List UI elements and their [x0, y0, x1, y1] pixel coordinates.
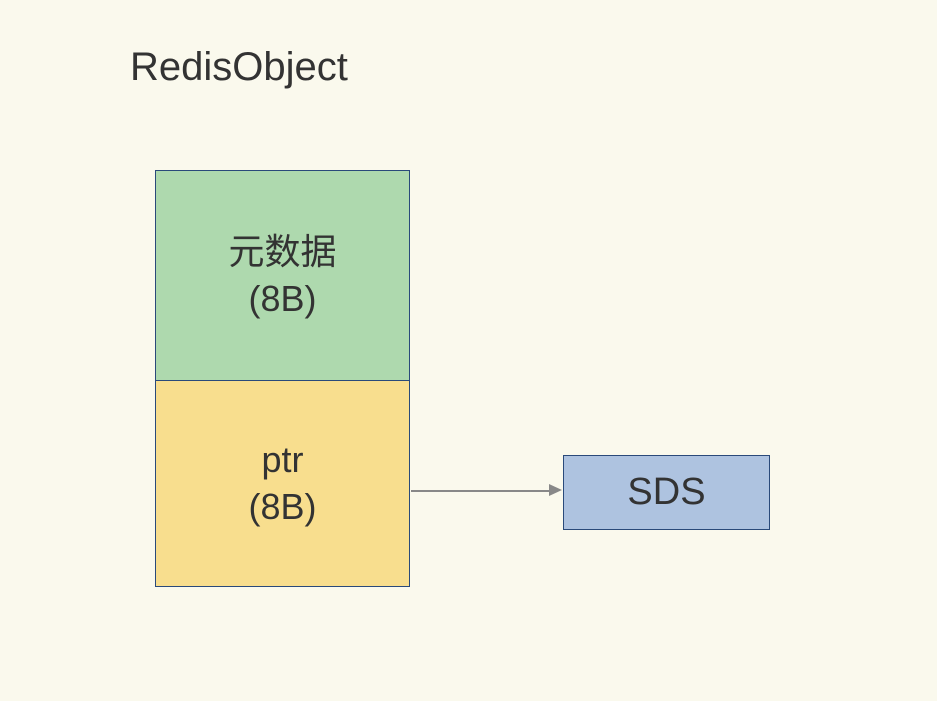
ptr-label-line2: (8B) [248, 484, 316, 531]
arrow-head-icon [549, 484, 562, 496]
pointer-arrow [411, 490, 562, 492]
metadata-box: 元数据 (8B) [156, 171, 409, 381]
sds-label: SDS [627, 471, 705, 514]
ptr-box: ptr (8B) [156, 381, 409, 586]
arrow-line [411, 490, 551, 492]
diagram-title: RedisObject [130, 45, 348, 90]
metadata-label-line1: 元数据 [228, 229, 336, 276]
sds-box: SDS [563, 455, 770, 530]
metadata-label-line2: (8B) [248, 276, 316, 323]
ptr-label-line1: ptr [261, 437, 303, 484]
redis-object-container: 元数据 (8B) ptr (8B) [155, 170, 410, 587]
